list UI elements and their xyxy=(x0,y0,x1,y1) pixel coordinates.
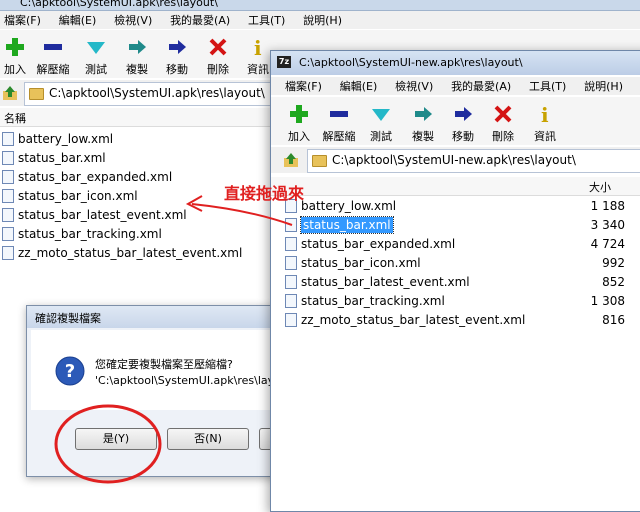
dialog-title-bar: 確認複製檔案 xyxy=(27,306,277,328)
list-item[interactable]: status_bar_tracking.xml xyxy=(2,225,162,244)
back-menu-file[interactable]: 檔案(F) xyxy=(4,14,41,27)
no-button[interactable]: 否(N) xyxy=(167,428,249,450)
xml-file-icon xyxy=(285,274,297,289)
back-menu-favorites[interactable]: 我的最愛(A) xyxy=(170,14,230,27)
list-item[interactable]: battery_low.xml xyxy=(2,130,113,149)
xml-file-icon xyxy=(285,293,297,308)
xml-file-icon xyxy=(285,255,297,270)
back-menu-bar: 檔案(F) 編輯(E) 檢視(V) 我的最愛(A) 工具(T) 說明(H) xyxy=(0,11,640,29)
front-list-header[interactable]: 大小 xyxy=(271,177,640,196)
table-row-selected[interactable]: status_bar.xml 3 340 xyxy=(285,216,635,235)
front-copy-button[interactable]: 複製 xyxy=(403,103,443,144)
folder-icon xyxy=(312,155,327,167)
dialog-body: ? 您確定要複製檔案至壓縮檔? 'C:\apktool\SystemUI.apk… xyxy=(31,330,292,410)
back-delete-button[interactable]: 刪除 xyxy=(198,36,238,77)
front-col-size: 大小 xyxy=(589,181,611,194)
xml-file-icon xyxy=(2,245,14,260)
back-menu-tools[interactable]: 工具(T) xyxy=(248,14,285,27)
front-toolbar: 加入 解壓縮 測試 複製 移動 刪除 i 資訊 xyxy=(271,97,640,145)
check-arrow-icon xyxy=(87,42,105,54)
xml-file-icon xyxy=(285,312,297,327)
front-menu-help[interactable]: 說明(H) xyxy=(584,80,623,93)
dialog-title: 確認複製檔案 xyxy=(35,312,101,325)
7z-app-icon: 7z xyxy=(277,56,291,68)
table-row[interactable]: status_bar_tracking.xml 1 308 xyxy=(285,292,635,311)
list-item[interactable]: status_bar_latest_event.xml xyxy=(2,206,187,225)
drag-arrow-annotation xyxy=(185,195,293,226)
front-test-button[interactable]: 測試 xyxy=(361,103,401,144)
back-col-name: 名稱 xyxy=(4,112,26,125)
question-icon: ? xyxy=(55,356,85,386)
copy-arrow-icon xyxy=(415,107,432,121)
dialog-path: 'C:\apktool\SystemUI.apk\res\layout xyxy=(95,374,293,387)
back-menu-edit[interactable]: 編輯(E) xyxy=(59,14,97,27)
front-window: 7z C:\apktool\SystemUI-new.apk\res\layou… xyxy=(270,50,640,512)
back-test-button[interactable]: 測試 xyxy=(76,36,116,77)
front-menu-tools[interactable]: 工具(T) xyxy=(529,80,566,93)
back-add-button[interactable]: 加入 xyxy=(0,36,35,77)
table-row[interactable]: status_bar_icon.xml 992 xyxy=(285,254,635,273)
back-title-bar: C:\apktool\SystemUI.apk\res\layout\ xyxy=(0,0,640,11)
copy-arrow-icon xyxy=(129,40,146,54)
plus-icon xyxy=(290,105,308,123)
delete-x-icon xyxy=(209,38,227,56)
front-delete-button[interactable]: 刪除 xyxy=(483,103,523,144)
table-row[interactable]: status_bar_latest_event.xml 852 xyxy=(285,273,635,292)
check-arrow-icon xyxy=(372,109,390,121)
xml-file-icon xyxy=(2,131,14,146)
up-folder-icon[interactable] xyxy=(2,85,18,101)
list-item[interactable]: zz_moto_status_bar_latest_event.xml xyxy=(2,244,242,263)
info-icon: i xyxy=(541,103,549,125)
xml-file-icon xyxy=(2,207,14,222)
list-item[interactable]: status_bar_expanded.xml xyxy=(2,168,172,187)
back-window-title: C:\apktool\SystemUI.apk\res\layout\ xyxy=(20,0,218,9)
list-item[interactable]: status_bar_icon.xml xyxy=(2,187,138,206)
list-item[interactable]: status_bar.xml xyxy=(2,149,106,168)
info-icon: i xyxy=(254,36,262,58)
back-copy-button[interactable]: 複製 xyxy=(117,36,157,77)
xml-file-icon xyxy=(2,188,14,203)
front-window-title: C:\apktool\SystemUI-new.apk\res\layout\ xyxy=(299,56,523,69)
front-menu-view[interactable]: 檢視(V) xyxy=(395,80,433,93)
front-info-button[interactable]: i 資訊 xyxy=(525,103,565,144)
front-address-field[interactable]: C:\apktool\SystemUI-new.apk\res\layout\ xyxy=(307,149,640,173)
front-extract-button[interactable]: 解壓縮 xyxy=(319,103,359,144)
front-file-list: battery_low.xml 1 188 status_bar.xml 3 3… xyxy=(271,197,640,497)
front-menu-file[interactable]: 檔案(F) xyxy=(285,80,322,93)
svg-text:i: i xyxy=(254,36,262,58)
plus-icon xyxy=(6,38,24,56)
table-row[interactable]: status_bar_expanded.xml 4 724 xyxy=(285,235,635,254)
minus-icon xyxy=(44,44,62,50)
move-arrow-icon xyxy=(455,107,472,121)
back-menu-help[interactable]: 說明(H) xyxy=(303,14,342,27)
front-add-button[interactable]: 加入 xyxy=(279,103,319,144)
red-circle-annotation xyxy=(54,404,162,484)
up-folder-icon[interactable] xyxy=(283,152,299,168)
xml-file-icon xyxy=(2,150,14,165)
front-menu-edit[interactable]: 編輯(E) xyxy=(340,80,378,93)
front-move-button[interactable]: 移動 xyxy=(443,103,483,144)
front-title-bar: 7z C:\apktool\SystemUI-new.apk\res\layou… xyxy=(271,51,640,75)
back-move-button[interactable]: 移動 xyxy=(157,36,197,77)
minus-icon xyxy=(330,111,348,117)
front-menu-favorites[interactable]: 我的最愛(A) xyxy=(451,80,511,93)
folder-icon xyxy=(29,88,44,100)
xml-file-icon xyxy=(2,169,14,184)
back-menu-view[interactable]: 檢視(V) xyxy=(114,14,152,27)
front-address-row: C:\apktool\SystemUI-new.apk\res\layout\ xyxy=(271,147,640,173)
table-row[interactable]: zz_moto_status_bar_latest_event.xml 816 xyxy=(285,311,635,330)
svg-text:?: ? xyxy=(65,361,75,382)
move-arrow-icon xyxy=(169,40,186,54)
dialog-message: 您確定要複製檔案至壓縮檔? xyxy=(95,358,233,371)
front-menu-bar: 檔案(F) 編輯(E) 檢視(V) 我的最愛(A) 工具(T) 說明(H) xyxy=(271,77,640,95)
table-row[interactable]: battery_low.xml 1 188 xyxy=(285,197,635,216)
svg-text:i: i xyxy=(541,103,549,125)
back-extract-button[interactable]: 解壓縮 xyxy=(33,36,73,77)
xml-file-icon xyxy=(2,226,14,241)
delete-x-icon xyxy=(494,105,512,123)
back-address-field[interactable]: C:\apktool\SystemUI.apk\res\layout\ xyxy=(24,82,296,106)
